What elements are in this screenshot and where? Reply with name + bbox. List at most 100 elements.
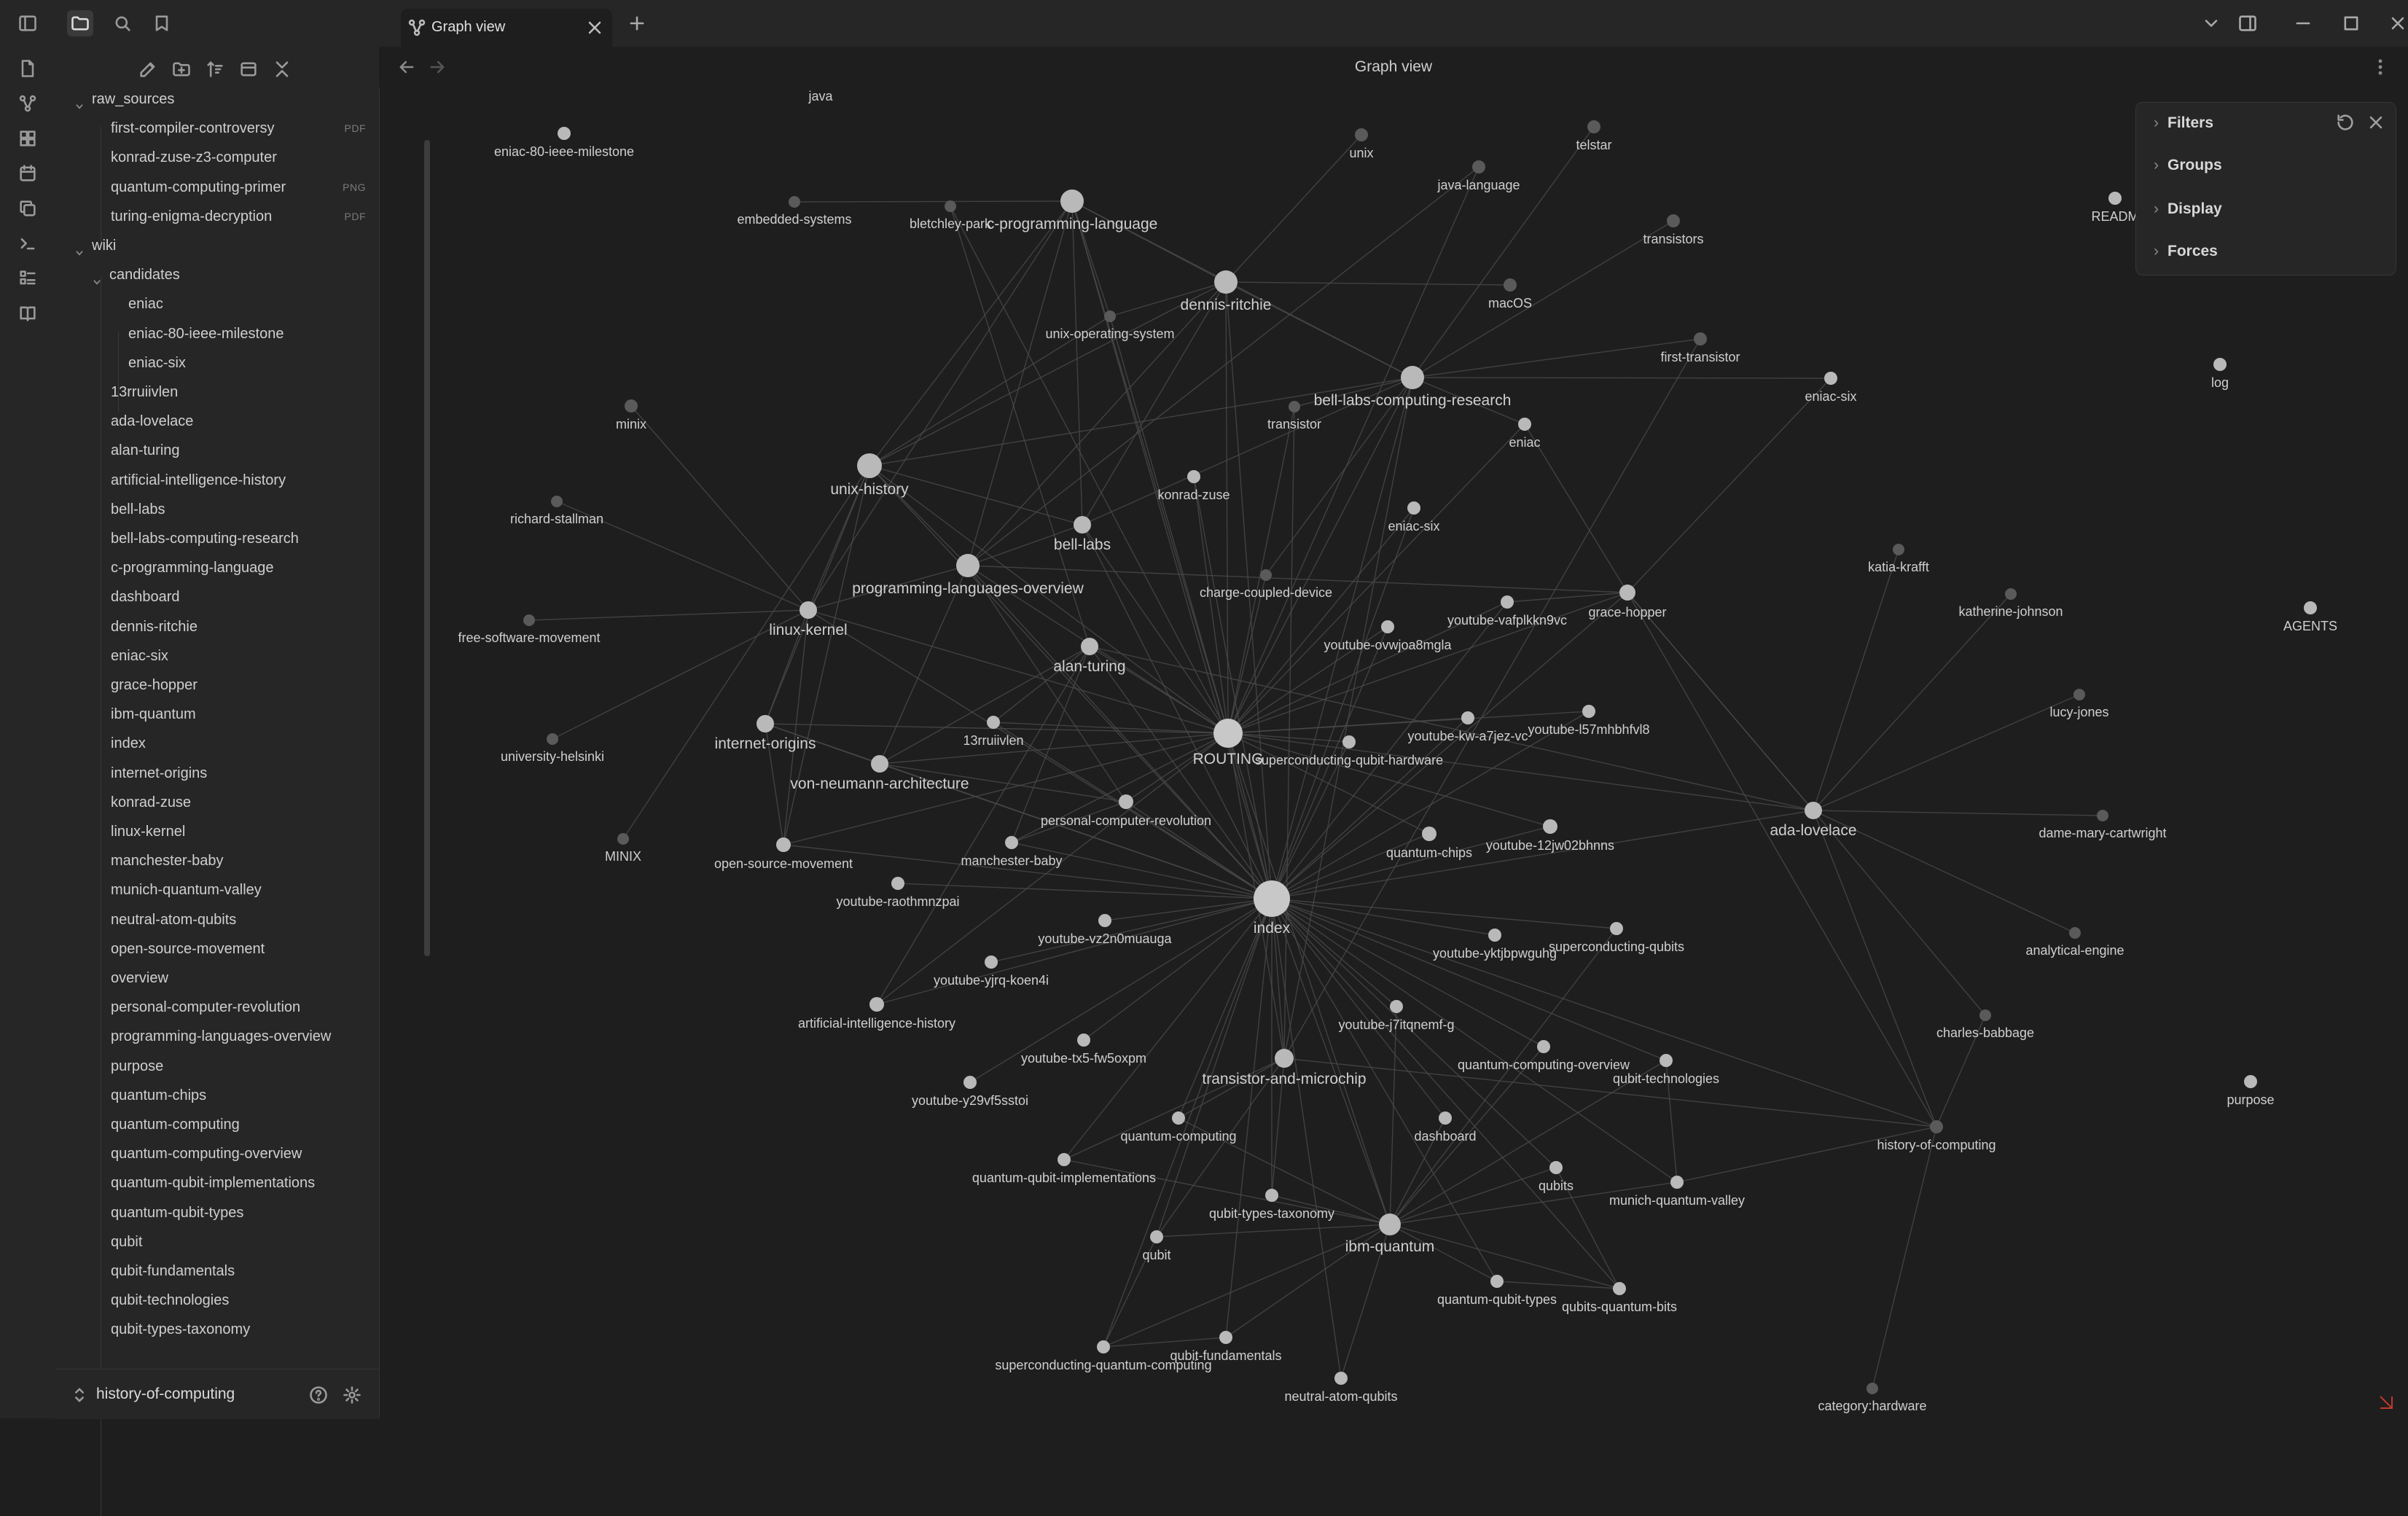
graph-node-katherine[interactable]: katherine-johnson — [1958, 588, 2063, 619]
copy-icon[interactable] — [15, 195, 41, 222]
graph-node-osm[interactable]: open-source-movement — [714, 837, 853, 871]
file-item[interactable]: 13rruiivlen — [111, 379, 361, 405]
graph-node-dot[interactable] — [1077, 1034, 1090, 1047]
graph-node-tam[interactable]: transistor-and-microchip — [1202, 1049, 1367, 1087]
graph-node-dot[interactable] — [2304, 601, 2317, 614]
section-display[interactable]: › Display — [2154, 195, 2222, 224]
file-item[interactable]: manchester-baby — [111, 848, 361, 874]
list-icon[interactable] — [15, 265, 41, 292]
graph-node-internet[interactable]: internet-origins — [715, 715, 816, 752]
graph-node-dot[interactable] — [987, 716, 1000, 729]
new-tab-icon[interactable] — [624, 10, 650, 36]
graph-node-dot[interactable] — [1213, 719, 1243, 748]
graph-node-dot[interactable] — [1866, 1383, 1878, 1394]
file-item[interactable]: index — [111, 730, 361, 757]
graph-node-dot[interactable] — [945, 200, 956, 212]
graph-node-qqi[interactable]: quantum-qubit-implementations — [972, 1153, 1156, 1185]
file-item[interactable]: quantum-qubit-types — [111, 1200, 361, 1226]
graph-node-dot[interactable] — [551, 496, 563, 507]
file-item[interactable]: quantum-qubit-implementations — [111, 1170, 361, 1196]
graph-node-eniac80[interactable]: eniac-80-ieee-milestone — [494, 127, 634, 159]
graph-node-dot[interactable] — [2213, 358, 2227, 371]
graph-node-pcr[interactable]: personal-computer-revolution — [1041, 794, 1211, 828]
graph-node-telstar[interactable]: telstar — [1576, 120, 1612, 152]
graph-node-qubit[interactable]: qubit — [1142, 1230, 1171, 1262]
file-item[interactable]: c-programming-language — [111, 555, 361, 581]
graph-node-dot[interactable] — [1058, 1153, 1071, 1166]
graph-node-alan[interactable]: alan-turing — [1053, 638, 1126, 675]
graph-node-dot[interactable] — [2244, 1075, 2257, 1088]
close-icon[interactable] — [585, 17, 605, 38]
graph-node-hoc[interactable]: history-of-computing — [1877, 1120, 1996, 1152]
file-item[interactable]: qubit — [111, 1229, 361, 1255]
graph-node-fsm[interactable]: free-software-movement — [458, 614, 601, 645]
graph-node-eniacsix2[interactable]: eniac-six — [1805, 372, 1857, 404]
file-item[interactable]: eniac — [128, 291, 361, 317]
graph-node-dot[interactable] — [1081, 638, 1098, 655]
graph-node-dot[interactable] — [1005, 836, 1018, 849]
graph-node-bletchley[interactable]: bletchley-park — [910, 200, 992, 231]
graph-node-scqubits[interactable]: superconducting-qubits — [1549, 922, 1684, 954]
graph-node-dot[interactable] — [1265, 1189, 1278, 1202]
file-item[interactable]: quantum-computing-overview — [111, 1141, 361, 1167]
graph-node-dot[interactable] — [857, 453, 882, 478]
graph-node-dot[interactable] — [776, 837, 791, 852]
folder-item[interactable]: candidates — [93, 262, 361, 288]
graph-node-rru[interactable]: 13rruiivlen — [963, 716, 1024, 748]
file-item[interactable]: grace-hopper — [111, 672, 361, 698]
graph-node-dot[interactable] — [891, 877, 904, 890]
graph-node-dot[interactable] — [1582, 705, 1595, 718]
file-item[interactable]: munich-quantum-valley — [111, 877, 361, 903]
graph-node-firsttrans[interactable]: first-transistor — [1660, 332, 1740, 364]
sync-icon[interactable] — [2377, 1394, 2395, 1411]
graph-node-dot[interactable] — [1407, 501, 1420, 515]
graph-node-qqt[interactable]: quantum-qubit-types — [1437, 1275, 1557, 1307]
tab-graph-view[interactable]: Graph view — [401, 9, 612, 47]
graph-node-dot[interactable] — [1587, 120, 1600, 133]
graph-node-dot[interactable] — [1074, 516, 1091, 534]
graph-node-java[interactable]: java — [808, 89, 833, 103]
files-icon[interactable] — [15, 55, 41, 82]
file-item[interactable]: first-compiler-controversy PDF — [111, 115, 366, 141]
graph-node-dot[interactable] — [523, 614, 535, 626]
graph-node-dot[interactable] — [1379, 1214, 1401, 1235]
graph-node-ccd[interactable]: charge-coupled-device — [1200, 569, 1332, 600]
graph-node-purpose[interactable]: purpose — [2227, 1075, 2275, 1107]
section-filters[interactable]: › Filters — [2154, 109, 2213, 138]
graph-node-dot[interactable] — [1390, 1000, 1403, 1013]
graph-node-dot[interactable] — [1461, 711, 1474, 724]
graph-node-index[interactable]: index — [1254, 880, 1291, 937]
graph-node-belllabs[interactable]: bell-labs — [1054, 516, 1111, 553]
graph-node-dot[interactable] — [1342, 735, 1356, 749]
new-note-icon[interactable] — [136, 57, 160, 82]
chevron-down-icon[interactable] — [2198, 10, 2224, 36]
graph-node-dot[interactable] — [1549, 1161, 1563, 1174]
graph-node-dot[interactable] — [1334, 1372, 1348, 1385]
folder-item[interactable]: wiki — [76, 233, 361, 259]
chevron-down-icon[interactable] — [74, 241, 85, 256]
graph-node-dot[interactable] — [617, 833, 629, 845]
graph-node-dot[interactable] — [558, 127, 571, 140]
graph-node-dot[interactable] — [1694, 332, 1707, 345]
graph-node-dashboard[interactable]: dashboard — [1414, 1111, 1477, 1144]
graph-node-readme[interactable]: READM — [2091, 192, 2139, 224]
file-item[interactable]: internet-origins — [111, 760, 361, 786]
graph-node-yttx5[interactable]: youtube-tx5-fw5oxpm — [1021, 1034, 1146, 1066]
file-item[interactable]: ada-lovelace — [111, 408, 361, 434]
sidebar-right-icon[interactable] — [2235, 10, 2261, 36]
graph-node-ada[interactable]: ada-lovelace — [1770, 802, 1857, 839]
graph-node-dot[interactable] — [1172, 1111, 1185, 1125]
graph-node-linux[interactable]: linux-kernel — [769, 601, 848, 638]
graph-node-dot[interactable] — [1097, 1340, 1110, 1353]
graph-node-dot[interactable] — [1060, 190, 1084, 213]
graph-node-dot[interactable] — [1667, 214, 1680, 227]
settings-icon[interactable] — [341, 1384, 363, 1406]
file-item[interactable]: eniac-80-ieee-milestone — [128, 321, 361, 347]
graph-icon[interactable] — [15, 90, 41, 117]
section-groups[interactable]: › Groups — [2154, 151, 2222, 180]
file-item[interactable]: bell-labs-computing-research — [111, 525, 361, 552]
file-item[interactable]: qubit-types-taxonomy — [111, 1316, 361, 1343]
graph-node-dot[interactable] — [871, 755, 888, 773]
graph-node-dot[interactable] — [789, 196, 800, 208]
bookmark-icon[interactable] — [149, 10, 175, 36]
